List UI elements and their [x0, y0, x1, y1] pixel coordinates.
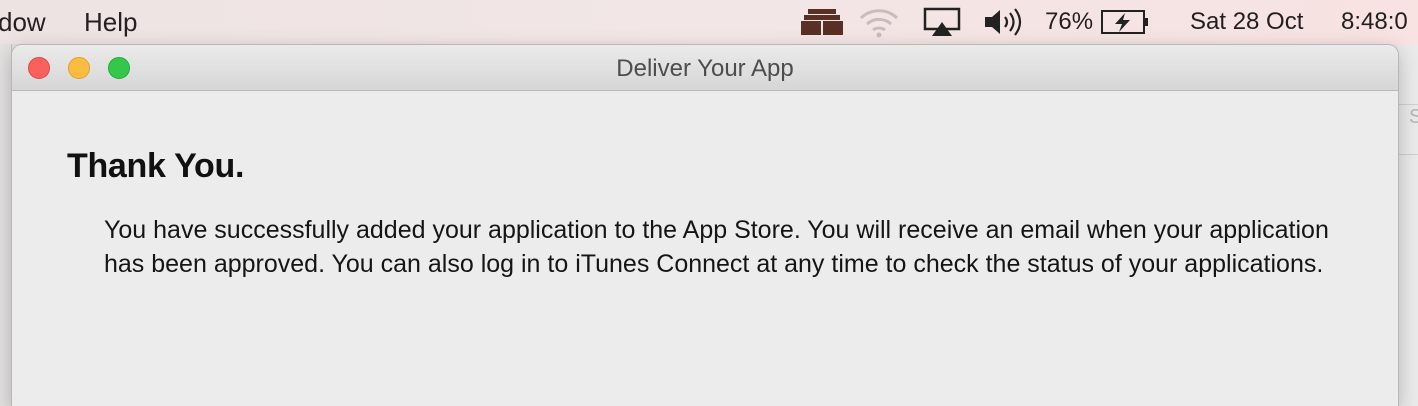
menu-window[interactable]: dow: [0, 6, 46, 38]
battery-charging-icon[interactable]: [1100, 4, 1150, 40]
zoom-button[interactable]: [108, 57, 130, 79]
close-button[interactable]: [28, 57, 50, 79]
background-window-text: S: [1409, 106, 1418, 128]
deliver-app-window: Deliver Your App Thank You. You have suc…: [12, 45, 1398, 406]
menu-extra-icon[interactable]: [800, 4, 844, 40]
airplay-icon[interactable]: [922, 4, 962, 40]
background-window-left-edge: [0, 44, 12, 406]
menubar-clock[interactable]: 8:48:0: [1341, 4, 1408, 40]
menu-help[interactable]: Help: [84, 6, 137, 38]
volume-icon[interactable]: [982, 4, 1026, 40]
window-titlebar[interactable]: Deliver Your App: [12, 45, 1398, 91]
thank-you-heading: Thank You.: [67, 147, 245, 185]
window-title: Deliver Your App: [616, 55, 794, 82]
battery-percent: 76%: [1045, 8, 1094, 35]
minimize-button[interactable]: [68, 57, 90, 79]
menu-bar: dow Help 76% Sat 28 Oct 8:48:0: [0, 0, 1418, 44]
background-window-right-edge: S: [1398, 44, 1418, 406]
success-message: You have successfully added your applica…: [104, 216, 1329, 278]
menubar-date[interactable]: Sat 28 Oct: [1190, 4, 1303, 40]
wifi-icon[interactable]: [858, 4, 900, 40]
